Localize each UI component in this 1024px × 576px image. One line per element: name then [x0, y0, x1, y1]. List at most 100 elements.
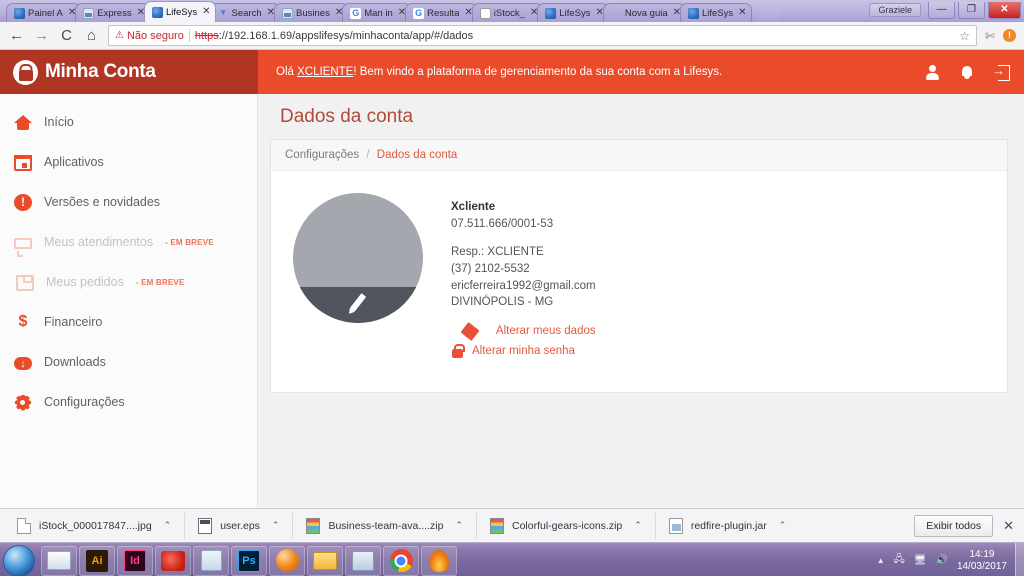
folder-icon	[313, 551, 337, 570]
taskbar-app-photoshop[interactable]: Ps	[231, 545, 267, 576]
sidebar-item-vers-es-e-novidades[interactable]: Versões e novidades	[0, 182, 257, 222]
reload-icon[interactable]: C	[58, 27, 75, 44]
bookmark-star-icon[interactable]: ☆	[959, 29, 970, 43]
taskbar-app-ccleaner[interactable]	[155, 545, 191, 576]
tray-expand-icon[interactable]: ▲	[877, 556, 885, 565]
avatar[interactable]	[293, 193, 423, 323]
logout-icon[interactable]	[992, 62, 1010, 81]
download-item[interactable]: Business-team-ava....zip ⌃	[292, 512, 476, 539]
chevron-up-icon[interactable]: ⌃	[164, 520, 172, 531]
browser-tab[interactable]: iStock_ ✕	[471, 3, 544, 22]
app-header: Minha Conta Olá XCLIENTE! Bem vindo a pl…	[0, 50, 1024, 94]
minimize-button[interactable]: —	[928, 1, 955, 19]
sidebar-item-aplicativos[interactable]: Aplicativos	[0, 142, 257, 182]
chevron-up-icon[interactable]: ⌃	[779, 520, 787, 531]
breadcrumb-current: Dados da conta	[376, 149, 458, 161]
browser-tab[interactable]: Nova guia ✕	[602, 3, 687, 22]
extension-icon[interactable]: ✄	[985, 29, 995, 43]
file-icon	[17, 517, 31, 534]
greeting-username: XCLIENTE	[297, 66, 354, 78]
start-button-icon[interactable]	[3, 544, 35, 576]
download-filename: iStock_000017847....jpg	[39, 519, 152, 532]
taskbar-app-explorer[interactable]	[41, 545, 77, 576]
network-icon[interactable]: 🖧	[894, 552, 905, 569]
sidebar-item-meus-pedidos: Meus pedidos - EM BREVE	[0, 262, 257, 302]
browser-tab[interactable]: Busines ✕	[274, 3, 349, 22]
back-icon[interactable]: ←	[8, 27, 25, 44]
user-icon[interactable]	[924, 64, 940, 80]
taskbar-app-sphere-app[interactable]	[269, 545, 305, 576]
download-item[interactable]: redfire-plugin.jar ⌃	[654, 512, 799, 539]
taskbar-clock[interactable]: 14:19 14/03/2017	[957, 549, 1007, 572]
sidebar-item-financeiro[interactable]: Financeiro	[0, 302, 257, 342]
tab-close-icon[interactable]: ✕	[738, 8, 746, 18]
not-secure-badge[interactable]: ⚠ Não seguro	[115, 30, 184, 42]
main-content: Dados da conta Configurações / Dados da …	[258, 94, 1024, 508]
sidebar-item-in-cio[interactable]: Início	[0, 102, 257, 142]
update-alert-icon[interactable]: !	[1003, 29, 1016, 42]
tab-close-icon[interactable]: ✕	[202, 7, 210, 17]
maximize-button[interactable]: ❐	[958, 1, 985, 19]
new-tab-button[interactable]	[755, 8, 782, 22]
indesign-icon: Id	[124, 549, 146, 572]
sidebar-nav: Início Aplicativos Versões e novidades Meus…	[0, 94, 258, 508]
taskbar-app-folder[interactable]	[307, 545, 343, 576]
file-icon	[198, 517, 213, 534]
tab-favicon-icon	[83, 7, 95, 19]
taskbar-app-calculator[interactable]	[193, 545, 229, 576]
sidebar-item-label: Versões e novidades	[44, 195, 161, 209]
browser-tab[interactable]: G Man in ✕	[342, 3, 412, 22]
show-desktop-button[interactable]	[1015, 542, 1024, 576]
browser-tab[interactable]: Search✕	[209, 3, 281, 22]
home-icon[interactable]: ⌂	[83, 27, 100, 44]
forward-icon[interactable]: →	[33, 27, 50, 44]
photoshop-icon: Ps	[238, 549, 260, 572]
account-card-body: Xcliente 07.511.666/0001-53 Resp.: XCLIE…	[271, 171, 1007, 392]
tab-title: LifeSys	[559, 7, 591, 19]
volume-icon[interactable]: 🔊	[935, 555, 947, 566]
taskbar-app-illustrator[interactable]: Ai	[79, 545, 115, 576]
tab-favicon-icon	[151, 6, 163, 18]
tab-favicon-icon	[545, 7, 557, 19]
download-shelf: iStock_000017847....jpg ⌃ user.eps ⌃ Busines…	[0, 508, 1024, 542]
bell-icon[interactable]	[959, 64, 975, 80]
action-link[interactable]: Alterar minha senha	[451, 343, 596, 360]
close-shelf-icon[interactable]: ✕	[1003, 518, 1014, 534]
tab-favicon-icon	[688, 7, 700, 19]
address-bar[interactable]: ⚠ Não seguro https://192.168.1.69/appsli…	[108, 25, 977, 46]
download-item[interactable]: Colorful-gears-icons.zip ⌃	[475, 512, 655, 539]
file-icon	[668, 517, 683, 534]
taskbar-app-robot-app[interactable]	[345, 545, 381, 576]
download-item[interactable]: iStock_000017847....jpg ⌃	[4, 513, 184, 539]
chrome-icon	[389, 549, 413, 572]
browser-tab[interactable]: LifeSys ✕	[680, 3, 752, 22]
sidebar-item-label: Início	[44, 115, 74, 129]
window-user-label[interactable]: Graziele	[869, 3, 921, 17]
action-link[interactable]: Alterar meus dados	[451, 321, 596, 341]
sidebar-item-label: Configurações	[44, 395, 125, 409]
browser-tab[interactable]: G Resulta ✕	[405, 3, 478, 22]
close-window-button[interactable]: ✕	[988, 1, 1021, 19]
app-logo[interactable]: Minha Conta	[0, 50, 258, 94]
show-all-downloads-button[interactable]: Exibir todos	[914, 514, 994, 537]
taskbar-app-indesign[interactable]: Id	[117, 545, 153, 576]
browser-tab[interactable]: LifeSys ✕	[537, 3, 609, 22]
browser-tab[interactable]: LifeSys ✕	[143, 1, 216, 22]
display-icon[interactable]: 🖥	[914, 555, 927, 566]
download-item[interactable]: user.eps ⌃	[184, 512, 292, 539]
download-shelf-actions: Exibir todos ✕	[914, 514, 1020, 537]
clock-date: 14/03/2017	[956, 560, 1007, 572]
sidebar-item-configura-es[interactable]: Configurações	[0, 382, 257, 422]
account-responsible: Resp.: XCLIENTE	[451, 246, 544, 259]
taskbar-app-flame-app[interactable]	[421, 545, 457, 576]
chevron-up-icon[interactable]: ⌃	[272, 520, 280, 531]
browser-tab[interactable]: Express ✕	[75, 3, 150, 22]
browser-tab[interactable]: Painel A ✕	[6, 3, 82, 22]
chevron-up-icon[interactable]: ⌃	[634, 520, 642, 531]
tab-favicon-icon	[14, 7, 25, 19]
sidebar-item-downloads[interactable]: Downloads	[0, 342, 257, 382]
chevron-up-icon[interactable]: ⌃	[455, 520, 463, 531]
breadcrumb-parent[interactable]: Configurações	[285, 149, 359, 161]
page-title: Dados da conta	[280, 106, 414, 127]
taskbar-app-chrome[interactable]	[383, 545, 419, 576]
